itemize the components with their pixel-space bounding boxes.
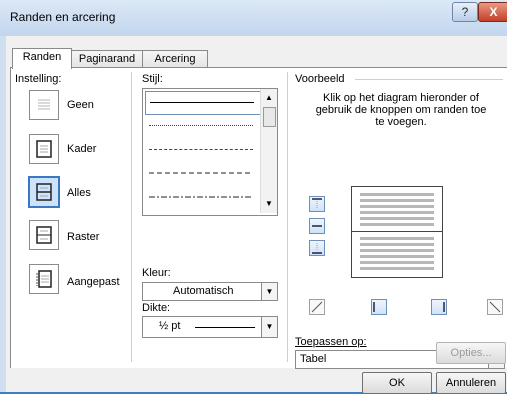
setting-none-icon bbox=[38, 99, 50, 110]
width-preview-line bbox=[195, 327, 255, 328]
kleur-label: Kleur: bbox=[142, 267, 171, 279]
voorbeeld-heading: Voorbeeld bbox=[295, 73, 345, 85]
stijl-heading: Stijl: bbox=[142, 73, 163, 85]
style-list-scrollbar[interactable]: ▲ ▼ bbox=[260, 89, 277, 213]
preview-diagram[interactable] bbox=[331, 186, 461, 278]
ok-button[interactable]: OK bbox=[362, 372, 432, 394]
setting-grid-button[interactable] bbox=[29, 220, 59, 250]
preview-table[interactable] bbox=[351, 186, 443, 278]
border-right-button[interactable] bbox=[431, 299, 447, 315]
setting-all-button[interactable] bbox=[28, 176, 60, 208]
border-bottom-button[interactable] bbox=[309, 240, 325, 256]
tab-randen-label: Randen bbox=[22, 51, 62, 63]
border-diagonal-down-button[interactable] bbox=[309, 299, 325, 315]
setting-box-icon bbox=[36, 140, 52, 158]
dash-dot-line-icon bbox=[149, 196, 253, 198]
width-value: ½ pt bbox=[159, 320, 181, 332]
border-top-icon bbox=[312, 198, 322, 209]
chevron-down-icon[interactable]: ▼ bbox=[261, 317, 277, 337]
dikte-label: Dikte: bbox=[142, 302, 171, 314]
instelling-heading: Instelling: bbox=[15, 73, 62, 85]
dialog-content: Randen Paginarand Arcering Instelling: G… bbox=[6, 36, 507, 394]
scroll-thumb[interactable] bbox=[263, 107, 276, 127]
tab-randen[interactable]: Randen bbox=[12, 48, 72, 69]
border-inside-horizontal-icon bbox=[312, 225, 322, 227]
border-left-button[interactable] bbox=[371, 299, 387, 315]
color-value: Automatisch bbox=[173, 285, 234, 297]
apply-to-value: Tabel bbox=[300, 353, 327, 365]
tab-arcering[interactable]: Arcering bbox=[142, 50, 208, 68]
preview-inner-horizontal bbox=[352, 231, 442, 232]
setting-all-icon bbox=[36, 183, 52, 201]
setting-custom-label: Aangepast bbox=[67, 276, 120, 288]
dialog-window: Randen en arcering ? X Randen Paginarand… bbox=[0, 0, 507, 394]
diagonal-up-icon bbox=[311, 301, 323, 313]
width-dropdown[interactable]: ½ pt ▼ bbox=[142, 316, 278, 338]
setting-grid-label: Raster bbox=[67, 231, 100, 243]
options-button[interactable]: Opties... bbox=[436, 342, 506, 364]
title-bar: Randen en arcering ? X bbox=[0, 0, 507, 36]
tab-arcering-label: Arcering bbox=[154, 53, 196, 65]
tab-paginarand[interactable]: Paginarand bbox=[70, 50, 144, 68]
style-option-dashed[interactable] bbox=[145, 163, 259, 185]
setting-custom-button[interactable] bbox=[29, 264, 59, 294]
scroll-down-icon[interactable]: ▼ bbox=[265, 199, 273, 208]
cancel-button[interactable]: Annuleren bbox=[436, 372, 506, 394]
dashed-line-icon bbox=[149, 172, 253, 174]
toepassen-label: Toepassen op: bbox=[295, 336, 367, 348]
color-dropdown[interactable]: Automatisch ▼ bbox=[142, 282, 278, 301]
tab-paginarand-label: Paginarand bbox=[78, 53, 136, 65]
setting-all-label: Alles bbox=[67, 187, 91, 199]
style-option-small-dashed[interactable] bbox=[145, 139, 259, 161]
dialog-title: Randen en arcering bbox=[10, 10, 116, 24]
scroll-up-icon[interactable]: ▲ bbox=[265, 93, 273, 102]
tab-panel: Instelling: Geen Kader Alles Raster Aang… bbox=[10, 67, 507, 369]
voorbeeld-instruction: Klik op het diagram hieronder of gebruik… bbox=[315, 92, 487, 128]
border-bottom-icon bbox=[312, 243, 322, 254]
border-left-icon bbox=[373, 302, 375, 312]
help-button[interactable]: ? bbox=[452, 2, 478, 22]
column-divider-right bbox=[287, 72, 288, 362]
setting-none-button[interactable] bbox=[29, 90, 59, 120]
border-right-icon bbox=[443, 302, 445, 312]
border-inside-horizontal-button[interactable] bbox=[309, 218, 325, 234]
voorbeeld-rule bbox=[355, 79, 503, 80]
diagonal-down-icon bbox=[489, 301, 501, 313]
style-option-dotted[interactable] bbox=[145, 115, 259, 137]
chevron-down-icon[interactable]: ▼ bbox=[261, 283, 277, 300]
setting-box-label: Kader bbox=[67, 143, 97, 155]
setting-box-button[interactable] bbox=[29, 134, 59, 164]
close-button[interactable]: X bbox=[478, 2, 507, 22]
style-option-dash-dot[interactable] bbox=[145, 187, 259, 209]
setting-grid-icon bbox=[36, 226, 52, 244]
border-top-button[interactable] bbox=[309, 196, 325, 212]
style-listbox[interactable]: ▲ ▼ bbox=[142, 88, 278, 216]
border-diagonal-up-button[interactable] bbox=[487, 299, 503, 315]
setting-custom-icon bbox=[36, 270, 52, 288]
style-option-solid[interactable] bbox=[145, 91, 261, 115]
setting-none-label: Geen bbox=[67, 99, 94, 111]
column-divider-left bbox=[131, 72, 132, 362]
